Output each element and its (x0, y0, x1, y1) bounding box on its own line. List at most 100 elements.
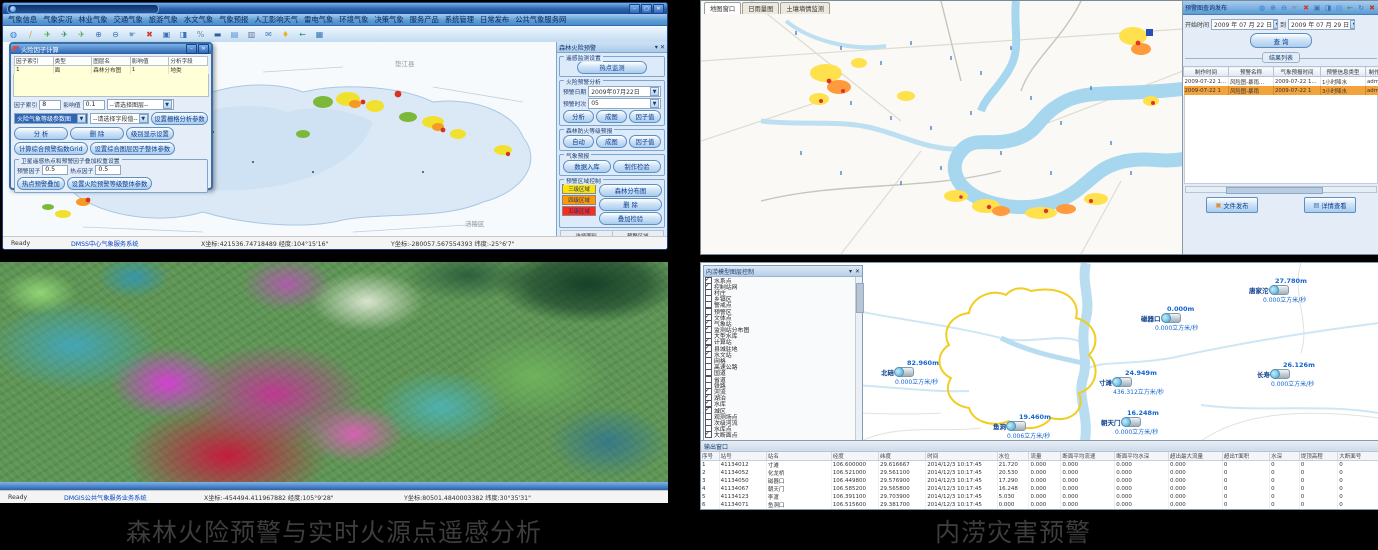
stop-icon[interactable]: ✖ (143, 28, 156, 40)
factor2-button[interactable]: 因子值 (629, 135, 661, 148)
set-raster-params-button[interactable]: 设置栅格分析参数 (151, 112, 208, 125)
image-map-icon[interactable]: ▤ (228, 28, 241, 40)
print-icon[interactable]: ▥ (245, 28, 258, 40)
zoom-out-icon[interactable]: ⊖ (109, 28, 122, 40)
layer-panel-close-icon[interactable]: ✕ (855, 268, 860, 275)
factor-table-row[interactable]: 1面森林分布图1地类 (15, 66, 208, 75)
weight-input[interactable]: 0.1 (83, 100, 105, 110)
pin-icon[interactable]: ▾ (655, 44, 658, 51)
layer-scrollbar[interactable] (855, 277, 862, 440)
calc-index-button[interactable]: 计算综合预警指数Grid (14, 142, 88, 155)
menu-item-8[interactable]: 雷电气象 (304, 15, 333, 25)
station-marker-1[interactable]: 0.000m磁器口0.000立方米/秒 (1141, 305, 1198, 332)
back-arrow-icon[interactable]: ← (296, 28, 309, 40)
set-comprehensive-button[interactable]: 设置综合图层因子整体参数 (90, 142, 176, 155)
fire-app-title-tab[interactable] (7, 4, 159, 14)
factor-table[interactable]: 因子索引类型图层名影响值分析字段1面森林分布图1地类 (14, 56, 208, 74)
back-arrow-icon[interactable]: ← (1345, 3, 1355, 13)
output-table-row[interactable]: 541134123李渡106.39110029.7039002014/12/3 … (701, 493, 1378, 501)
verify-button[interactable]: 制作检验 (613, 160, 661, 173)
menu-item-7[interactable]: 人工影响天气 (254, 15, 298, 25)
menu-item-3[interactable]: 交通气象 (114, 15, 143, 25)
fire-factor-dialog-titlebar[interactable]: 火险因子计算 –✕ (11, 44, 211, 54)
set-fire-level-button[interactable]: 设置火险预警等级整体参数 (67, 177, 153, 190)
file-publish-button[interactable]: ▣文件发布 (1206, 197, 1257, 213)
window-icon[interactable]: ◨ (1323, 3, 1333, 13)
menu-item-2[interactable]: 林业气象 (78, 15, 107, 25)
warn-time-select[interactable]: 05▼ (588, 98, 661, 109)
tab-1[interactable]: 日雨量图 (742, 2, 779, 14)
menu-item-10[interactable]: 决策气象 (374, 15, 403, 25)
end-date-select[interactable]: 2009 年 07 月 29 日▼ (1288, 19, 1355, 30)
station-marker-5[interactable]: 16.248m朝天门0.000立方米/秒 (1101, 409, 1159, 436)
menu-item-4[interactable]: 旅游气象 (149, 15, 178, 25)
result-table-row[interactable]: 2009-07-22 1风险图-暴雨2009-07-22 13小时降水admin (1184, 86, 1378, 95)
tab-2[interactable]: 土壤墒情监测 (780, 2, 830, 14)
mail-icon[interactable]: ✉ (262, 28, 275, 40)
fire-risk-map[interactable]: 垫江县长寿县涪陵区 火险因子计算 –✕ 因子索引类型图层名影响值分析字段1面森林… (3, 42, 556, 237)
overlay-check-button[interactable]: 叠加检验 (599, 212, 662, 225)
output-table-row[interactable]: 441134067朝天门106.58520029.5658002014/12/3… (701, 485, 1378, 493)
full-extent-icon[interactable]: ▣ (1312, 3, 1322, 13)
pin-icon[interactable]: ♦ (279, 28, 292, 40)
globe-icon[interactable]: ◍ (7, 28, 20, 40)
menu-item-11[interactable]: 服务产品 (410, 15, 439, 25)
layer-select[interactable]: --请选择图层--▼ (107, 99, 174, 110)
output-table-row[interactable]: 141134012寸滩106.60000029.6166672014/12/3 … (701, 461, 1378, 470)
previous-view-icon[interactable]: ◨ (177, 28, 190, 40)
fly-up-icon[interactable]: ✈ (58, 28, 71, 40)
fly-down-icon[interactable]: ✈ (75, 28, 88, 40)
panel-close-icon[interactable]: ✕ (660, 44, 665, 51)
query-button[interactable]: 查 询 (1250, 33, 1312, 48)
output-table-row[interactable]: 341134050磁器口106.44980029.5769002014/12/3… (701, 477, 1378, 485)
warn-date-select[interactable]: 2009年07月22日▼ (588, 86, 661, 97)
station-marker-2[interactable]: 82.960m北碚0.000立方米/秒 (881, 359, 939, 386)
field-select[interactable]: --请选择字段值--▼ (90, 113, 149, 124)
draw2-button[interactable]: 成图 (596, 135, 627, 148)
level-display-button[interactable]: 级别显示设置 (126, 127, 174, 140)
output-table-row[interactable]: 241134052化龙桥106.52100029.5611002014/12/3… (701, 469, 1378, 477)
warning-result-table[interactable]: 制作时间预警名称气象预报时间预警信息类型制作人2009-07-22 1...风险… (1183, 66, 1378, 95)
param-select[interactable]: 火险气象等级参数图▼ (14, 113, 88, 124)
delete-button[interactable]: 删 除 (70, 127, 124, 140)
output-table-row[interactable]: 641134071鱼洞口106.51560029.3817002014/12/3… (701, 501, 1378, 509)
image-map-icon[interactable]: ▤ (1334, 3, 1344, 13)
hotspot-monitor-button[interactable]: 热点监测 (577, 61, 647, 74)
analyze-button[interactable]: 分 析 (14, 127, 68, 140)
measure-ruler-icon[interactable]: ∕ (24, 28, 37, 40)
dialog-close-button[interactable]: ✕ (198, 44, 209, 54)
factor-index-input[interactable]: 8 (39, 100, 61, 110)
auto-button[interactable]: 自动 (563, 135, 594, 148)
close-button[interactable]: ✕ (653, 4, 664, 14)
collapse-icon[interactable]: ▾ (849, 268, 852, 275)
layer-checkbox[interactable] (705, 431, 712, 438)
panel-draw-button[interactable]: 成图 (596, 110, 627, 123)
remote-sensing-image[interactable] (0, 262, 668, 482)
station-marker-3[interactable]: 24.949m寸滩436.312立方米/秒 (1099, 369, 1164, 396)
zoom-in-icon[interactable]: ⊕ (92, 28, 105, 40)
station-output-table[interactable]: 序号站号站名经度纬度时间水位流量断面平均流速断面平均水深超出最大流量超出T面积水… (701, 452, 1378, 509)
system-name-link[interactable]: DMGIS公共气象服务业务系统 (64, 493, 204, 502)
data-import-button[interactable]: 数据入库 (563, 160, 611, 173)
detail-view-button[interactable]: ▤详情查看 (1304, 197, 1355, 213)
region-delete-button[interactable]: 删 除 (599, 198, 662, 211)
station-marker-0[interactable]: 27.780m唐家沱0.000立方米/秒 (1249, 277, 1307, 304)
full-extent-icon[interactable]: ▣ (160, 28, 173, 40)
menu-item-6[interactable]: 气象预报 (219, 15, 248, 25)
pan-hand-icon[interactable]: ☛ (126, 28, 139, 40)
pan-hand-icon[interactable]: ☛ (1290, 3, 1300, 13)
station-marker-6[interactable]: 19.460m鱼洞0.006立方米/秒 (993, 413, 1051, 440)
flat-map-icon[interactable]: ▬ (211, 28, 224, 40)
menu-item-5[interactable]: 水文气象 (184, 15, 213, 25)
identify-icon[interactable]: % (194, 28, 207, 40)
hotspot-factor-input[interactable]: 0.5 (95, 165, 121, 175)
layer-item-25[interactable]: 大断面点 (705, 432, 855, 438)
panel-analyze-button[interactable]: 分析 (563, 110, 594, 123)
menu-item-12[interactable]: 系统管理 (445, 15, 474, 25)
menu-item-1[interactable]: 气象实况 (43, 15, 72, 25)
hotspot-overlay-button[interactable]: 热点预警叠加 (17, 177, 65, 190)
zoom-in-icon[interactable]: ⊕ (1268, 3, 1278, 13)
minimize-button[interactable]: – (629, 4, 640, 14)
zoom-out-icon[interactable]: ⊖ (1279, 3, 1289, 13)
system-name-link[interactable]: DMSS中心气象服务系统 (71, 239, 201, 248)
